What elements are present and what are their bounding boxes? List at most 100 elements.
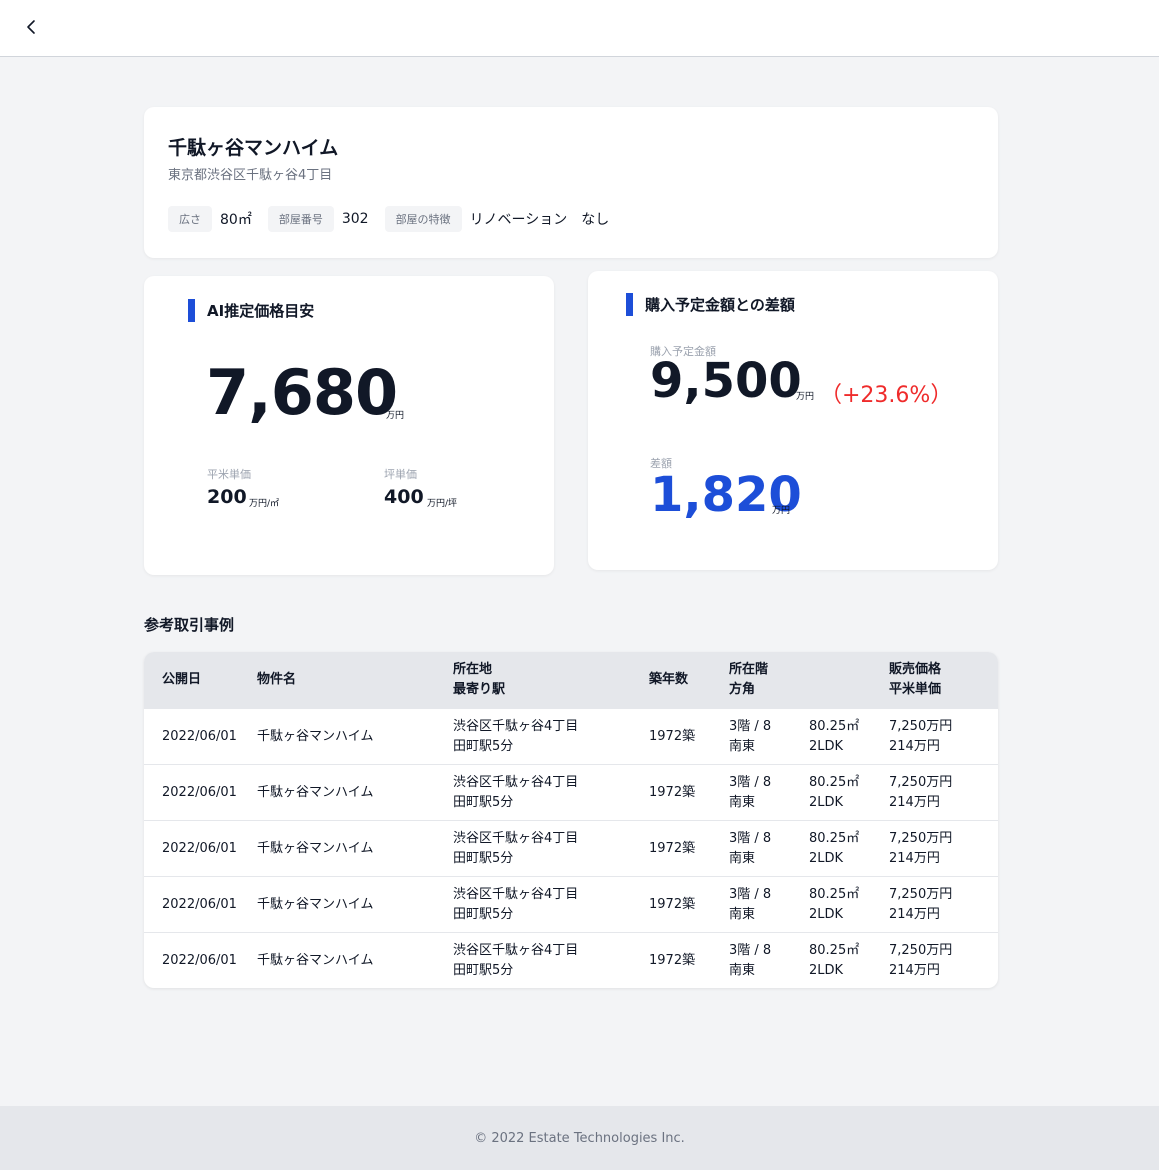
table-row[interactable]: 2022/06/01 千駄ヶ谷マンハイム 渋谷区千駄ヶ谷4丁目 田町駅5分 19…: [144, 764, 998, 820]
room-tag: 部屋番号: [267, 206, 334, 232]
tsubo-price-label: 坪単価: [384, 468, 417, 481]
row-date: 2022/06/01: [162, 841, 237, 856]
ai-estimate-card: AI推定価格目安 7,680 万円 平米単価 200 万円/㎡ 坪単価 400 …: [144, 276, 554, 575]
row-address: 渋谷区千駄ヶ谷4丁目: [453, 719, 579, 734]
row-unit-price: 214万円: [889, 795, 940, 810]
row-name: 千駄ヶ谷マンハイム: [257, 729, 374, 744]
table-header: 公開日 物件名 所在地 最寄り駅 築年数 所在階 方角 販売価格 平米単価: [144, 652, 998, 708]
row-location: 渋谷区千駄ヶ谷4丁目 田町駅5分: [453, 773, 578, 813]
row-year: 1972築: [649, 953, 696, 968]
table-row[interactable]: 2022/06/01 千駄ヶ谷マンハイム 渋谷区千駄ヶ谷4丁目 田町駅5分 19…: [144, 708, 998, 764]
row-layout: 2LDK: [809, 907, 844, 922]
row-unit-price: 214万円: [889, 739, 940, 754]
row-floor-value: 3階 / 8: [729, 831, 772, 846]
row-size: 80.25㎡ 2LDK: [809, 829, 859, 869]
row-prices: 7,250万円 214万円: [889, 829, 952, 869]
feature-extra: なし: [581, 212, 610, 228]
row-area: 80.25㎡: [809, 775, 860, 790]
chevron-left-icon: [27, 20, 35, 34]
section-accent-bar: [626, 293, 633, 316]
row-address: 渋谷区千駄ヶ谷4丁目: [453, 831, 579, 846]
row-direction: 南東: [729, 907, 756, 922]
col-name: 物件名: [257, 672, 297, 687]
row-direction: 南東: [729, 851, 756, 866]
row-unit-price: 214万円: [889, 851, 940, 866]
gap-unit: 万円: [772, 506, 791, 516]
reference-table: 公開日 物件名 所在地 最寄り駅 築年数 所在階 方角 販売価格 平米単価 20…: [144, 652, 998, 988]
sqm-price-unit: 万円/㎡: [249, 499, 280, 509]
row-floor: 3階 / 8 南東: [729, 717, 771, 757]
col-floor-line2: 方角: [729, 682, 756, 697]
row-address: 渋谷区千駄ヶ谷4丁目: [453, 887, 579, 902]
col-date: 公開日: [162, 672, 202, 687]
property-specs: 広さ 80㎡ 部屋番号 302 部屋の特徴 リノベーション なし: [168, 206, 625, 232]
col-location-line1: 所在地: [453, 662, 493, 677]
row-address: 渋谷区千駄ヶ谷4丁目: [453, 943, 579, 958]
row-floor-value: 3階 / 8: [729, 887, 772, 902]
tsubo-price-unit: 万円/坪: [427, 499, 458, 509]
row-date: 2022/06/01: [162, 953, 237, 968]
tsubo-price-value: 400: [384, 486, 424, 508]
ai-estimate-unit: 万円: [386, 411, 405, 421]
row-price: 7,250万円: [889, 943, 953, 958]
row-size: 80.25㎡ 2LDK: [809, 717, 859, 757]
row-layout: 2LDK: [809, 739, 844, 754]
property-name: 千駄ヶ谷マンハイム: [168, 137, 339, 159]
section-accent-bar: [188, 299, 195, 322]
row-year: 1972築: [649, 897, 696, 912]
col-location-line2: 最寄り駅: [453, 682, 506, 697]
row-area: 80.25㎡: [809, 831, 860, 846]
col-price-line1: 販売価格: [889, 662, 942, 677]
row-station: 田町駅5分: [453, 963, 514, 978]
planned-price-unit: 万円: [796, 392, 815, 402]
row-size: 80.25㎡ 2LDK: [809, 773, 859, 813]
back-button[interactable]: [18, 14, 44, 40]
table-row[interactable]: 2022/06/01 千駄ヶ谷マンハイム 渋谷区千駄ヶ谷4丁目 田町駅5分 19…: [144, 932, 998, 988]
difference-card: 購入予定金額との差額 購入予定金額 9,500 万円 （+23.6%） 差額 1…: [588, 271, 998, 570]
row-year: 1972築: [649, 841, 696, 856]
ai-estimate-header: AI推定価格目安: [188, 299, 314, 322]
feature-tag: 部屋の特徴: [384, 206, 462, 232]
row-size: 80.25㎡ 2LDK: [809, 941, 859, 981]
col-location: 所在地 最寄り駅: [453, 660, 505, 700]
row-station: 田町駅5分: [453, 907, 514, 922]
row-floor: 3階 / 8 南東: [729, 773, 771, 813]
ai-estimate-title: AI推定価格目安: [207, 302, 315, 320]
row-direction: 南東: [729, 963, 756, 978]
table-row[interactable]: 2022/06/01 千駄ヶ谷マンハイム 渋谷区千駄ヶ谷4丁目 田町駅5分 19…: [144, 820, 998, 876]
row-prices: 7,250万円 214万円: [889, 717, 952, 757]
row-direction: 南東: [729, 795, 756, 810]
row-size: 80.25㎡ 2LDK: [809, 885, 859, 925]
property-card: 千駄ヶ谷マンハイム 東京都渋谷区千駄ヶ谷4丁目 広さ 80㎡ 部屋番号 302 …: [144, 107, 998, 258]
reference-title: 参考取引事例: [144, 616, 235, 634]
row-floor-value: 3階 / 8: [729, 943, 772, 958]
sqm-price-label: 平米単価: [207, 468, 251, 481]
row-name: 千駄ヶ谷マンハイム: [257, 897, 374, 912]
col-floor: 所在階 方角: [729, 660, 768, 700]
copyright: © 2022 Estate Technologies Inc.: [474, 1130, 685, 1146]
row-area: 80.25㎡: [809, 943, 860, 958]
row-date: 2022/06/01: [162, 729, 237, 744]
row-direction: 南東: [729, 739, 756, 754]
row-unit-price: 214万円: [889, 963, 940, 978]
row-name: 千駄ヶ谷マンハイム: [257, 953, 374, 968]
row-name: 千駄ヶ谷マンハイム: [257, 841, 374, 856]
row-name: 千駄ヶ谷マンハイム: [257, 785, 374, 800]
row-unit-price: 214万円: [889, 907, 940, 922]
top-bar: [0, 0, 1159, 57]
footer: © 2022 Estate Technologies Inc.: [0, 1106, 1159, 1170]
row-prices: 7,250万円 214万円: [889, 885, 952, 925]
row-price: 7,250万円: [889, 887, 953, 902]
row-area: 80.25㎡: [809, 719, 860, 734]
row-prices: 7,250万円 214万円: [889, 773, 952, 813]
row-year: 1972築: [649, 785, 696, 800]
row-floor: 3階 / 8 南東: [729, 885, 771, 925]
row-year: 1972築: [649, 729, 696, 744]
row-date: 2022/06/01: [162, 785, 237, 800]
area-value: 80㎡: [220, 212, 252, 228]
row-location: 渋谷区千駄ヶ谷4丁目 田町駅5分: [453, 941, 578, 981]
row-location: 渋谷区千駄ヶ谷4丁目 田町駅5分: [453, 829, 578, 869]
col-year: 築年数: [649, 672, 689, 687]
planned-price-value: 9,500: [650, 353, 802, 409]
table-row[interactable]: 2022/06/01 千駄ヶ谷マンハイム 渋谷区千駄ヶ谷4丁目 田町駅5分 19…: [144, 876, 998, 932]
